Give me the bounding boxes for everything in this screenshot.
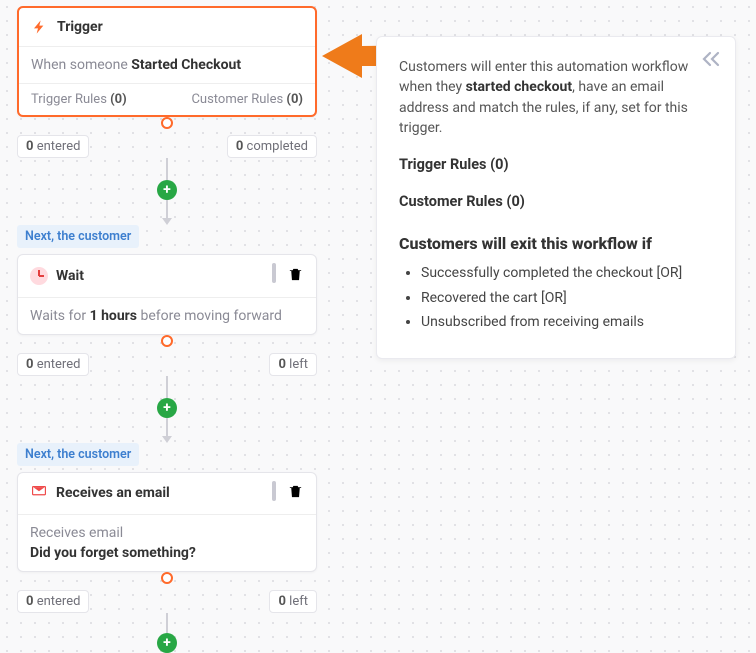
copy-icon xyxy=(272,481,276,501)
add-step-button[interactable]: + xyxy=(157,180,177,200)
panel-customer-rules: Customer Rules (0) xyxy=(399,191,713,212)
email-body: Receives email Did you forget something? xyxy=(18,515,316,571)
connector-line xyxy=(166,418,168,436)
email-header: Receives an email xyxy=(18,473,316,516)
wait-header: Wait xyxy=(18,255,316,298)
next-customer-label: Next, the customer xyxy=(17,443,139,466)
connector-line xyxy=(166,200,168,218)
panel-trigger-rules: Trigger Rules (0) xyxy=(399,154,713,175)
email-title: Receives an email xyxy=(56,485,170,501)
trigger-stats: 0 entered 0 completed xyxy=(17,135,317,158)
customer-rules: Customer Rules (0) xyxy=(191,92,303,107)
wait-left-stat: 0 left xyxy=(269,353,317,376)
email-line2: Did you forget something? xyxy=(30,545,304,561)
trigger-rules: Trigger Rules (0) xyxy=(31,92,127,107)
trigger-completed-stat: 0 completed xyxy=(227,135,317,158)
delete-button[interactable] xyxy=(286,265,304,287)
email-line1: Receives email xyxy=(30,525,304,541)
connector-line xyxy=(166,376,168,398)
connector-node xyxy=(161,117,173,129)
exit-condition: Unsubscribed from receiving emails xyxy=(421,312,713,332)
duplicate-button[interactable] xyxy=(272,265,276,287)
details-panel: Customers will enter this automation wor… xyxy=(376,36,736,359)
trigger-body: When someone Started Checkout xyxy=(19,47,315,83)
email-stats: 0 entered 0 left xyxy=(17,590,317,613)
trigger-title: Trigger xyxy=(57,19,103,35)
next-customer-label: Next, the customer xyxy=(17,225,139,248)
panel-description: Customers will enter this automation wor… xyxy=(399,57,713,138)
trigger-card[interactable]: Trigger When someone Started Checkout Tr… xyxy=(17,6,317,117)
email-card[interactable]: Receives an email Receives email Did you… xyxy=(17,472,317,573)
trigger-foot: Trigger Rules (0) Customer Rules (0) xyxy=(19,83,315,115)
trigger-entered-stat: 0 entered xyxy=(17,135,89,158)
wait-stats: 0 entered 0 left xyxy=(17,353,317,376)
add-step-button[interactable]: + xyxy=(157,398,177,418)
connector-node xyxy=(161,335,173,347)
exit-condition: Successfully completed the checkout [OR] xyxy=(421,263,713,283)
trash-icon xyxy=(286,265,304,283)
connector-arrow xyxy=(162,218,172,225)
trigger-card-header: Trigger xyxy=(19,8,315,47)
trigger-action-prefix: When someone xyxy=(31,57,131,73)
wait-entered-stat: 0 entered xyxy=(17,353,89,376)
email-entered-stat: 0 entered xyxy=(17,590,89,613)
add-step-button[interactable]: + xyxy=(157,633,177,653)
connector-line xyxy=(166,613,168,633)
duplicate-button[interactable] xyxy=(272,483,276,505)
panel-exit-heading: Customers will exit this workflow if xyxy=(399,232,713,255)
wait-card[interactable]: Wait Waits for 1 hours before moving for… xyxy=(17,254,317,335)
panel-exit-list: Successfully completed the checkout [OR]… xyxy=(399,263,713,332)
mail-icon xyxy=(30,484,48,502)
email-left-stat: 0 left xyxy=(269,590,317,613)
copy-icon xyxy=(272,263,276,283)
delete-button[interactable] xyxy=(286,483,304,505)
trash-icon xyxy=(286,483,304,501)
collapse-panel-button[interactable] xyxy=(701,49,721,75)
trigger-action-strong: Started Checkout xyxy=(131,57,241,73)
bolt-icon xyxy=(31,18,49,36)
exit-condition: Recovered the cart [OR] xyxy=(421,288,713,308)
wait-title: Wait xyxy=(56,268,84,284)
connector-line xyxy=(166,158,168,180)
clock-icon xyxy=(30,267,48,285)
wait-body: Waits for 1 hours before moving forward xyxy=(18,298,316,334)
connector-arrow xyxy=(162,436,172,443)
